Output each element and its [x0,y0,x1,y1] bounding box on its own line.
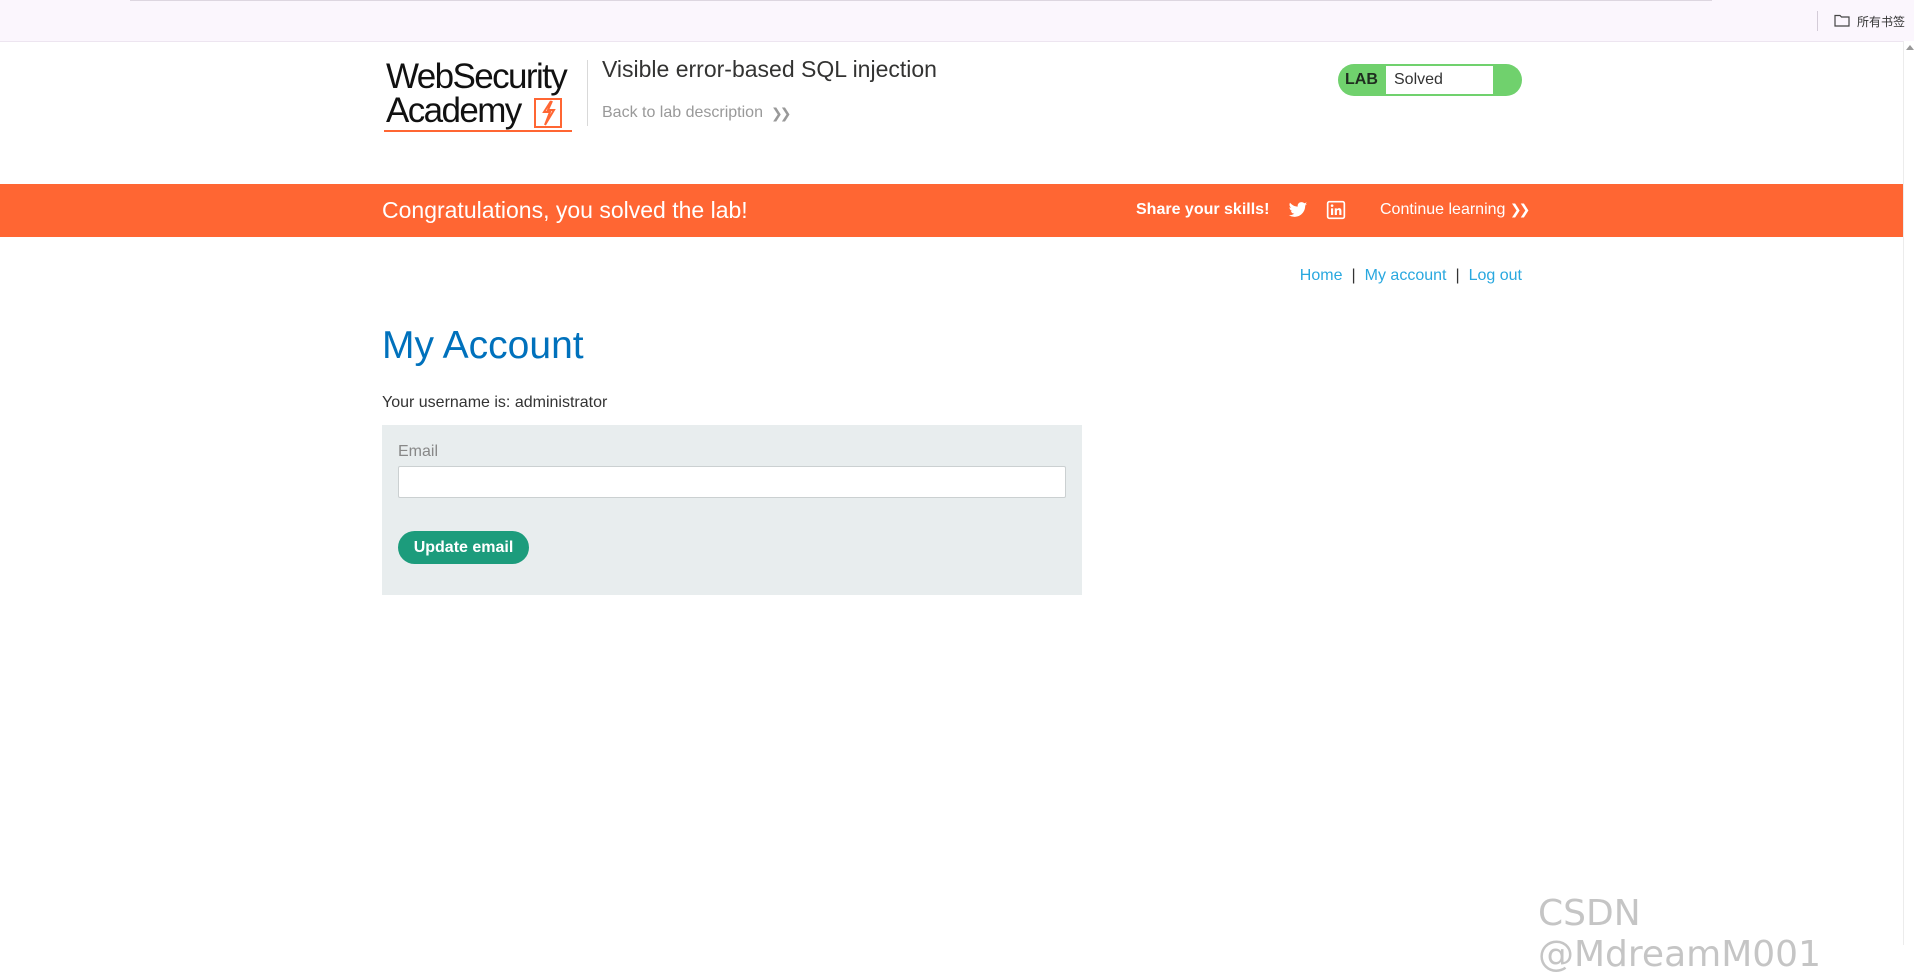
bookmarks-separator [1817,11,1818,31]
congratulations-message: Congratulations, you solved the lab! [382,197,748,223]
bookmarks-bar: 所有书签 [0,0,1914,42]
logo-text-line2: Academy [386,91,522,130]
back-to-lab-description-link[interactable]: Back to lab description ❯❯ [602,104,792,122]
nav-my-account-link[interactable]: My account [1365,267,1447,285]
lab-title: Visible error-based SQL injection [602,56,937,82]
lab-status-badge: LAB Solved [1338,64,1522,96]
page-title: My Account [382,324,584,367]
lightning-bolt-icon [542,100,556,126]
lab-status-value: Solved [1386,66,1493,94]
logo-underline [384,130,572,132]
share-skills-label: Share your skills! [1136,201,1270,218]
double-chevron-right-icon: ❯❯ [770,104,792,121]
nav-separator: | [1351,267,1356,284]
header-divider [587,60,588,126]
nav-separator: | [1455,267,1460,284]
update-email-button[interactable]: Update email [398,531,529,564]
nav-log-out-link[interactable]: Log out [1469,267,1522,285]
nav-home-link[interactable]: Home [1300,267,1343,285]
email-field[interactable] [398,466,1066,498]
page-scrollbar[interactable] [1903,41,1914,945]
continue-learning-link[interactable]: Continue learning ❯❯ [1380,201,1531,219]
folder-icon[interactable] [1834,13,1850,27]
back-link-label: Back to lab description [602,104,763,121]
csdn-watermark: CSDN @MdreamM001 [1538,893,1821,975]
email-label: Email [398,443,439,460]
linkedin-icon[interactable] [1326,200,1346,220]
lab-status-tag: LAB [1345,71,1378,88]
continue-learning-label: Continue learning [1380,201,1506,218]
update-email-form: Email Update email [382,425,1082,595]
scroll-up-arrow-icon[interactable] [1906,45,1914,50]
congratulations-banner: Congratulations, you solved the lab! Sha… [0,184,1903,237]
all-bookmarks-button[interactable]: 所有书签 [1857,13,1905,30]
double-chevron-right-icon: ❯❯ [1509,201,1531,217]
account-nav: Home | My account | Log out [1300,267,1522,285]
logo-text-line1: WebSecurity [386,57,568,96]
twitter-icon[interactable] [1288,200,1308,220]
web-security-academy-logo[interactable]: WebSecurity Academy [382,57,582,138]
tab-strip-edge [130,0,1712,1]
username-text: Your username is: administrator [382,394,608,411]
